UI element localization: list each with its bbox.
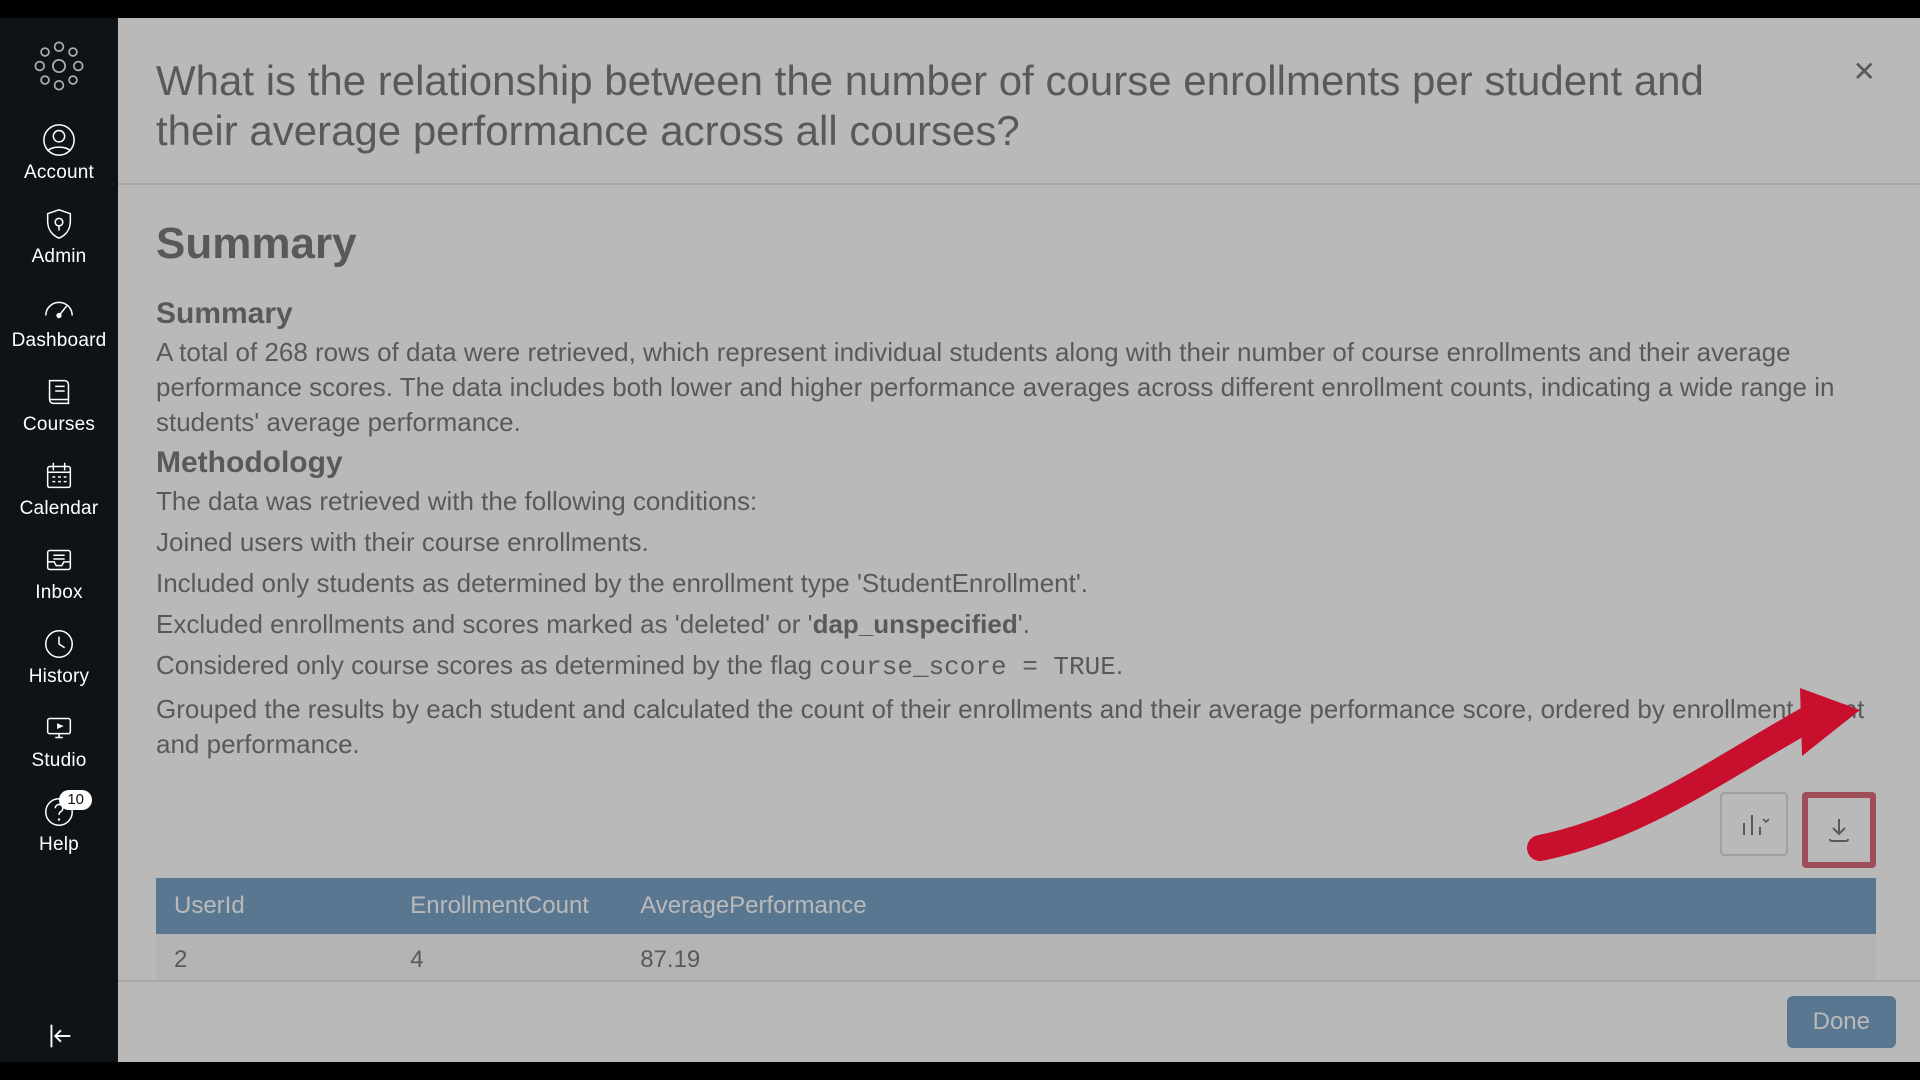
table-cell: 2 bbox=[156, 934, 392, 980]
done-button[interactable]: Done bbox=[1787, 996, 1896, 1048]
collapse-sidebar-button[interactable] bbox=[0, 1010, 118, 1062]
methodology-line: Included only students as determined by … bbox=[156, 566, 1876, 601]
table-row: 2487.19 bbox=[156, 934, 1876, 980]
col-userid: UserId bbox=[156, 878, 392, 934]
sidebar-item-label: History bbox=[29, 666, 90, 688]
summary-subheading: Summary bbox=[156, 297, 1876, 331]
modal-footer: Done bbox=[118, 980, 1920, 1062]
modal-title: What is the relationship between the num… bbox=[156, 56, 1796, 157]
methodology-line: Excluded enrollments and scores marked a… bbox=[156, 607, 1876, 642]
methodology-line: Considered only course scores as determi… bbox=[156, 648, 1876, 685]
sidebar-item-dashboard[interactable]: Dashboard bbox=[0, 280, 118, 364]
sidebar-item-admin[interactable]: Admin bbox=[0, 196, 118, 280]
summary-text: A total of 268 rows of data were retriev… bbox=[156, 335, 1876, 440]
sidebar-item-label: Account bbox=[24, 162, 94, 184]
inbox-icon bbox=[41, 542, 77, 578]
download-button[interactable] bbox=[1802, 792, 1876, 868]
section-heading-summary: Summary bbox=[156, 219, 1876, 269]
col-enrollmentcount: EnrollmentCount bbox=[392, 878, 622, 934]
global-nav-sidebar: Account Admin Dashboard Courses bbox=[0, 18, 118, 1062]
sidebar-item-label: Inbox bbox=[35, 582, 82, 604]
clock-icon bbox=[41, 626, 77, 662]
sidebar-item-label: Courses bbox=[23, 414, 95, 436]
sidebar-item-label: Dashboard bbox=[12, 330, 107, 352]
app-logo bbox=[31, 38, 87, 94]
analysis-modal: What is the relationship between the num… bbox=[118, 18, 1920, 1062]
help-badge: 10 bbox=[59, 790, 92, 810]
methodology-intro: The data was retrieved with the followin… bbox=[156, 484, 1876, 519]
sidebar-item-label: Studio bbox=[31, 750, 86, 772]
methodology-line: Joined users with their course enrollmen… bbox=[156, 525, 1876, 560]
modal-body: Summary Summary A total of 268 rows of d… bbox=[118, 185, 1920, 980]
table-actions-bar bbox=[156, 792, 1876, 868]
sidebar-item-history[interactable]: History bbox=[0, 616, 118, 700]
sidebar-item-inbox[interactable]: Inbox bbox=[0, 532, 118, 616]
gauge-icon bbox=[41, 290, 77, 326]
results-table: UserId EnrollmentCount AveragePerformanc… bbox=[156, 878, 1876, 980]
methodology-subheading: Methodology bbox=[156, 446, 1876, 480]
sidebar-item-courses[interactable]: Courses bbox=[0, 364, 118, 448]
table-cell: 4 bbox=[392, 934, 622, 980]
methodology-line: Grouped the results by each student and … bbox=[156, 692, 1876, 762]
sidebar-item-calendar[interactable]: Calendar bbox=[0, 448, 118, 532]
book-icon bbox=[41, 374, 77, 410]
user-circle-icon bbox=[41, 122, 77, 158]
modal-header: What is the relationship between the num… bbox=[118, 18, 1920, 185]
sidebar-item-label: Admin bbox=[32, 246, 87, 268]
presentation-icon bbox=[41, 710, 77, 746]
download-icon bbox=[1824, 815, 1854, 845]
table-cell: 87.19 bbox=[622, 934, 1876, 980]
sidebar-item-label: Help bbox=[39, 834, 79, 856]
sidebar-item-label: Calendar bbox=[20, 498, 99, 520]
col-averageperformance: AveragePerformance bbox=[622, 878, 1876, 934]
sidebar-item-studio[interactable]: Studio bbox=[0, 700, 118, 784]
chart-view-button[interactable] bbox=[1720, 792, 1788, 856]
bar-chart-icon bbox=[1739, 809, 1769, 839]
table-header-row: UserId EnrollmentCount AveragePerformanc… bbox=[156, 878, 1876, 934]
sidebar-item-help[interactable]: 10 Help bbox=[0, 784, 118, 868]
close-icon[interactable]: ✕ bbox=[1853, 58, 1876, 86]
calendar-icon bbox=[41, 458, 77, 494]
sidebar-item-account[interactable]: Account bbox=[0, 112, 118, 196]
shield-icon bbox=[41, 206, 77, 242]
